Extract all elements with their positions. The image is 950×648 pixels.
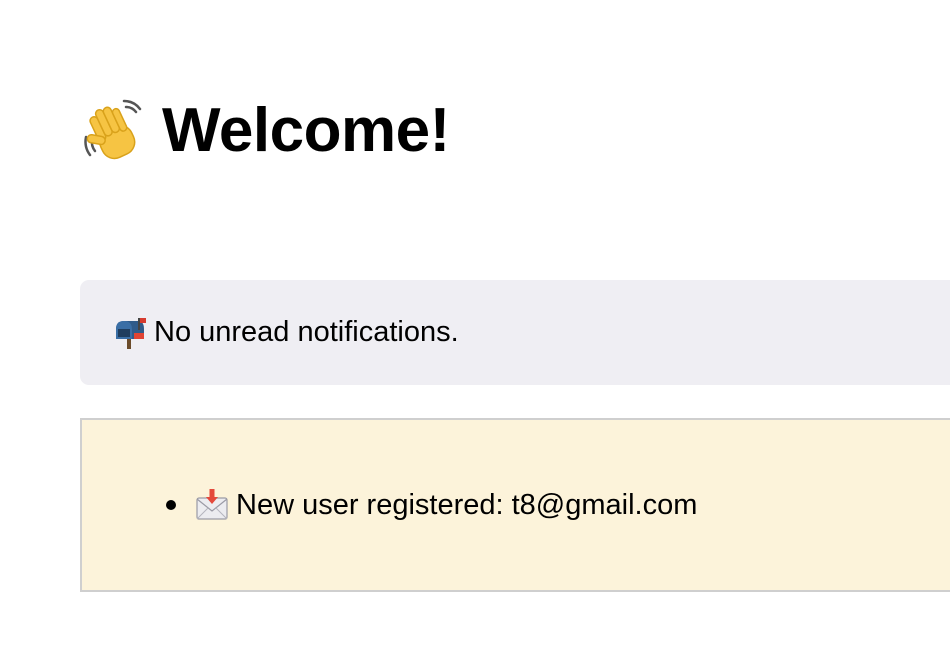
page-title: Welcome! [80, 92, 450, 170]
notification-status-box: No unread notifications. [80, 280, 950, 385]
bullet-marker [166, 500, 176, 510]
page: Welcome! No unread notifications. New us… [0, 0, 950, 648]
list-item: New user registered: t8@gmail.com [166, 486, 697, 524]
incoming-envelope-icon [194, 487, 230, 523]
activity-item-text: New user registered: t8@gmail.com [236, 489, 698, 521]
waving-hand-icon [80, 97, 148, 165]
activity-feed: New user registered: t8@gmail.com [80, 418, 950, 592]
page-title-text: Welcome! [162, 96, 450, 165]
mailbox-icon [112, 315, 148, 351]
notification-status-text: No unread notifications. [154, 316, 459, 348]
